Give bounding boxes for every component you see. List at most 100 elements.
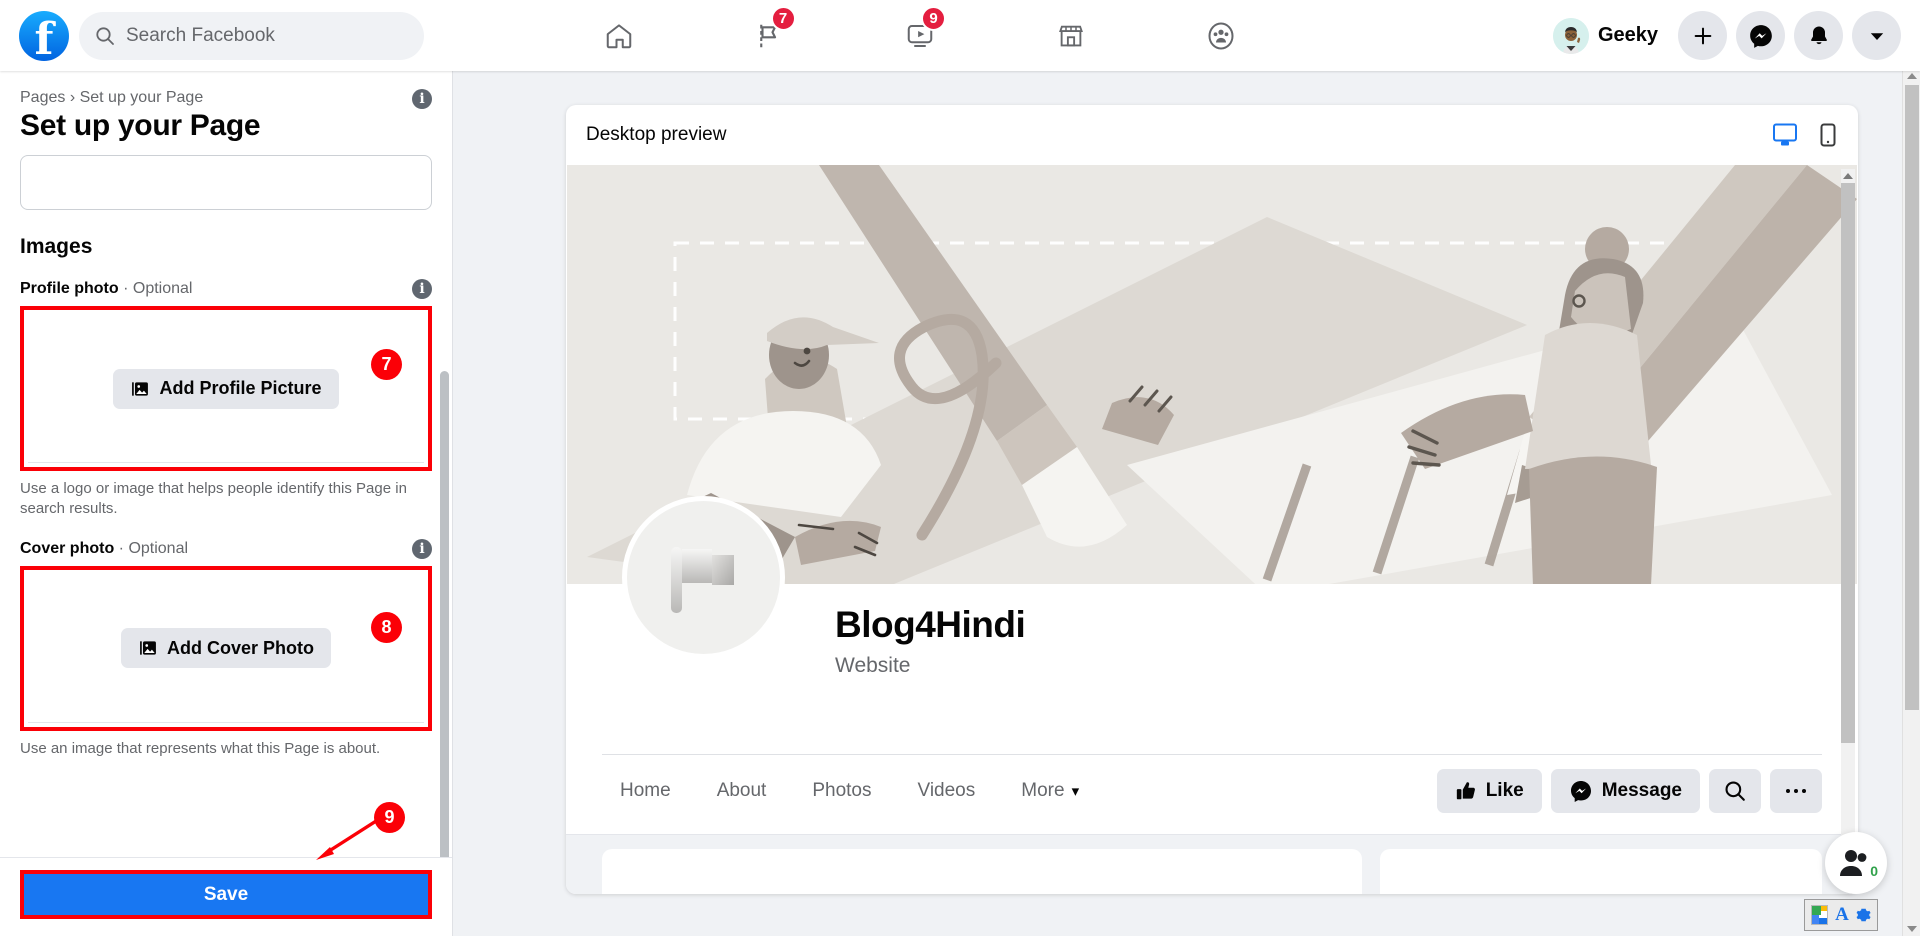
preview-header: Desktop preview	[566, 105, 1858, 165]
page-action-buttons: Like Message	[1436, 768, 1822, 813]
page-scrollbar-thumb[interactable]	[1905, 85, 1919, 710]
chevron-down-icon	[1870, 32, 1883, 40]
flag-placeholder-icon	[670, 546, 734, 613]
image-icon	[140, 641, 156, 656]
browser-extension-toolbar[interactable]: A	[1804, 899, 1878, 931]
page-more-button[interactable]	[1770, 768, 1822, 813]
cover-photo-label-bold: Cover photo	[20, 539, 115, 557]
page-category: Website	[835, 654, 911, 677]
page-identity: Blog4Hindi Website	[566, 496, 1858, 754]
image-icon	[132, 381, 149, 396]
desktop-preview-card: Desktop preview Blog4Hindi Website Home …	[566, 105, 1858, 894]
thumbs-up-icon	[1456, 781, 1475, 799]
page-tab-row: Home About Photos Videos More ▾ Like Mes…	[602, 754, 1822, 826]
like-label: Like	[1485, 779, 1524, 801]
extension-icon[interactable]	[1811, 905, 1829, 925]
page-scroll-down-arrow-icon[interactable]	[1907, 926, 1917, 932]
nav-tab-watch[interactable]: 9	[861, 5, 979, 67]
breadcrumb[interactable]: Pages › Set up your Page	[20, 89, 260, 107]
shop-icon	[1058, 25, 1083, 46]
cover-photo-helper: Use an image that represents what this P…	[20, 739, 381, 757]
phone-icon[interactable]	[1820, 123, 1836, 147]
add-profile-picture-button[interactable]: Add Profile Picture	[113, 368, 339, 409]
search-icon	[1725, 780, 1745, 801]
translate-letter-icon[interactable]: A	[1835, 904, 1849, 926]
profile-photo-label-optional: · Optional	[118, 280, 193, 297]
scroll-up-arrow-icon[interactable]	[1843, 173, 1853, 179]
nav-left-group: f Search Facebook	[0, 10, 424, 62]
save-button[interactable]: Save	[24, 874, 428, 915]
like-button[interactable]: Like	[1436, 768, 1542, 813]
profile-photo-dropzone[interactable]: Add Profile Picture 7	[20, 306, 432, 471]
messenger-button[interactable]	[1736, 11, 1785, 60]
tab-photos[interactable]: Photos	[794, 771, 889, 811]
bell-icon	[1810, 26, 1827, 44]
message-button[interactable]: Message	[1550, 768, 1700, 813]
nav-tab-marketplace[interactable]	[1012, 5, 1130, 67]
step-badge-7: 7	[371, 349, 402, 380]
tab-about[interactable]: About	[699, 771, 785, 811]
tab-more-label: More	[1021, 779, 1065, 801]
page-name-input[interactable]	[20, 155, 432, 210]
preview-scrollbar[interactable]	[1841, 169, 1855, 883]
chat-contacts-button[interactable]: 0	[1825, 832, 1887, 894]
monitor-icon[interactable]	[1772, 123, 1798, 147]
page-scrollbar[interactable]	[1902, 71, 1920, 936]
search-icon	[96, 26, 114, 45]
sidebar-footer: Save 9	[0, 802, 452, 936]
page-name: Blog4Hindi	[835, 604, 1026, 645]
feed-column-side	[1380, 849, 1822, 894]
tab-more[interactable]: More ▾	[1003, 771, 1097, 811]
people-icon	[1840, 850, 1867, 876]
feed-column-main	[602, 849, 1362, 894]
info-icon-cover-photo[interactable]: i	[412, 538, 432, 559]
avatar	[1552, 17, 1589, 54]
page-profile-photo-placeholder[interactable]	[622, 496, 785, 659]
account-menu-button[interactable]	[1852, 11, 1901, 60]
profile-photo-label-bold: Profile photo	[20, 280, 119, 297]
page-scroll-up-arrow-icon[interactable]	[1907, 73, 1917, 79]
search-input[interactable]: Search Facebook	[79, 11, 424, 60]
nav-tab-groups[interactable]	[1162, 5, 1280, 67]
groups-icon	[1208, 22, 1234, 49]
save-button-highlight: Save	[20, 870, 432, 919]
preview-scrollbar-thumb[interactable]	[1841, 183, 1855, 743]
cover-photo-label-optional: · Optional	[114, 539, 189, 557]
account-name: Geeky	[1597, 24, 1658, 46]
pages-badge: 7	[770, 5, 796, 31]
preview-stage: Desktop preview Blog4Hindi Website Home …	[453, 71, 1920, 936]
watch-badge: 9	[921, 5, 946, 31]
add-profile-picture-label: Add Profile Picture	[159, 378, 322, 398]
notifications-button[interactable]	[1794, 11, 1843, 60]
info-icon-header[interactable]: i	[412, 89, 432, 109]
facebook-logo[interactable]: f	[19, 10, 69, 62]
message-label: Message	[1601, 779, 1682, 801]
sidebar-scrollbar[interactable]	[440, 371, 449, 857]
page-search-button[interactable]	[1709, 768, 1761, 813]
add-cover-photo-button[interactable]: Add Cover Photo	[121, 628, 331, 669]
messenger-icon	[1749, 24, 1772, 48]
account-profile-chip[interactable]: Geeky	[1549, 14, 1669, 58]
info-icon-profile-photo[interactable]: i	[412, 279, 432, 299]
nav-tab-home[interactable]	[560, 5, 678, 67]
nav-right-group: Geeky	[1549, 11, 1901, 60]
images-section-heading: Images	[20, 235, 93, 258]
tab-videos[interactable]: Videos	[900, 771, 994, 811]
profile-photo-helper: Use a logo or image that helps people id…	[20, 480, 407, 517]
ellipsis-icon	[1786, 788, 1806, 793]
chevron-down-icon: ▾	[1071, 782, 1080, 800]
chat-unread-count: 0	[1870, 863, 1878, 879]
setup-sidebar: Pages › Set up your Page Set up your Pag…	[0, 71, 453, 936]
feed-placeholder-strip	[566, 834, 1858, 894]
plus-icon	[1694, 27, 1711, 44]
cover-photo-label-row: Cover photo · Optional i	[20, 538, 432, 559]
page-tabs: Home About Photos Videos More ▾	[602, 771, 1097, 811]
profile-photo-label-row: Profile photo · Optional i	[20, 279, 432, 299]
cover-photo-label: Cover photo · Optional	[20, 540, 188, 558]
add-cover-photo-label: Add Cover Photo	[167, 637, 314, 658]
create-button[interactable]	[1678, 11, 1727, 60]
cover-photo-dropzone[interactable]: Add Cover Photo 8	[20, 565, 432, 731]
nav-tab-pages[interactable]: 7	[711, 5, 829, 67]
gear-icon[interactable]	[1856, 905, 1871, 925]
tab-home[interactable]: Home	[602, 771, 689, 811]
